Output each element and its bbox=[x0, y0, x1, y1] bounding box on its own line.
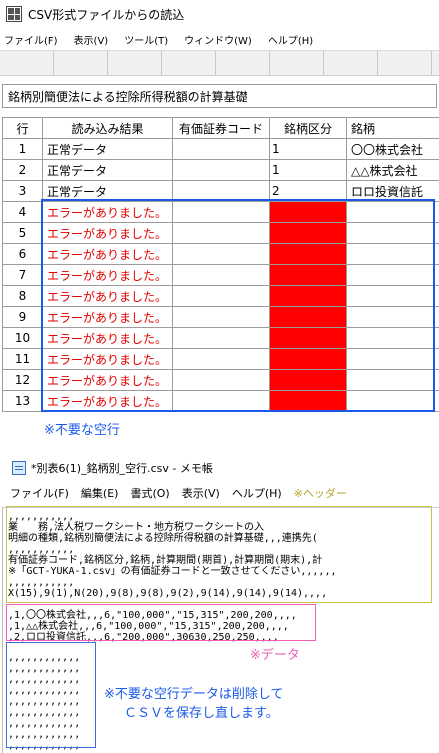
row-number[interactable]: 4 bbox=[2, 201, 43, 223]
menubar: ファイル(F) 表示(V) ツール(T) ウィンドウ(W) ヘルプ(H) bbox=[0, 30, 439, 48]
np-menu-help[interactable]: ヘルプ(H) bbox=[232, 485, 282, 501]
col-header-result[interactable]: 読み込み結果 bbox=[42, 117, 173, 139]
data-note: ※データ bbox=[250, 648, 300, 663]
grid-header-row: 行 読み込み結果 有価証券コード 銘柄区分 銘柄 bbox=[2, 117, 439, 139]
np-menu-file[interactable]: ファイル(F) bbox=[10, 485, 69, 501]
row-number[interactable]: 11 bbox=[2, 348, 43, 370]
row-number[interactable]: 3 bbox=[2, 180, 43, 202]
toolbar-button-6[interactable] bbox=[270, 51, 324, 75]
menu-window[interactable]: ウィンドウ(W) bbox=[184, 32, 252, 47]
app-icon bbox=[6, 6, 22, 22]
row-number[interactable]: 7 bbox=[2, 264, 43, 286]
name-cell[interactable]: △△株式会社 bbox=[346, 159, 439, 181]
toolbar-button-7[interactable] bbox=[324, 51, 378, 75]
table-row[interactable]: 1 正常データ 1 〇〇株式会社 bbox=[2, 138, 439, 160]
np-menu-view[interactable]: 表示(V) bbox=[182, 485, 220, 501]
col-header-division[interactable]: 銘柄区分 bbox=[269, 117, 347, 139]
row-number[interactable]: 13 bbox=[2, 390, 43, 412]
division-cell[interactable]: 1 bbox=[269, 159, 347, 181]
row-number[interactable]: 2 bbox=[2, 159, 43, 181]
toolbar-button-5[interactable] bbox=[216, 51, 270, 75]
table-row[interactable]: 2 正常データ 1 △△株式会社 bbox=[2, 159, 439, 181]
np-menu-edit[interactable]: 編集(E) bbox=[81, 485, 119, 501]
toolbar-button-1[interactable] bbox=[0, 51, 54, 75]
row-number[interactable]: 10 bbox=[2, 327, 43, 349]
col-header-name[interactable]: 銘柄 bbox=[346, 117, 439, 139]
window-titlebar: CSV形式ファイルからの読込 bbox=[0, 0, 439, 28]
toolbar-button-8[interactable] bbox=[378, 51, 432, 75]
notepad-titlebar: *別表6(1)_銘柄別_空行.csv - メモ帳 bbox=[2, 455, 439, 481]
sheet-title-field: 銘柄別簡便法による控除所得税額の計算基礎 bbox=[2, 84, 437, 108]
delete-note-line2: ＣＳＶを保存し直します。 bbox=[124, 706, 279, 721]
toolbar-button-3[interactable] bbox=[108, 51, 162, 75]
blank-rows-note: ※不要な空行 bbox=[44, 423, 120, 438]
blank-data-highlight bbox=[6, 642, 96, 748]
result-cell[interactable]: 正常データ bbox=[42, 159, 173, 181]
security-code-cell[interactable] bbox=[172, 138, 270, 160]
row-number[interactable]: 12 bbox=[2, 369, 43, 391]
csv-import-window: CSV形式ファイルからの読込 ファイル(F) 表示(V) ツール(T) ウィンド… bbox=[0, 0, 439, 416]
name-cell[interactable]: 〇〇株式会社 bbox=[346, 138, 439, 160]
notepad-window: *別表6(1)_銘柄別_空行.csv - メモ帳 ファイル(F) 編集(E) 書… bbox=[2, 455, 439, 753]
header-highlight bbox=[6, 506, 432, 603]
blank-rows-highlight bbox=[41, 199, 435, 412]
data-highlight bbox=[6, 604, 316, 641]
menu-view[interactable]: 表示(V) bbox=[74, 32, 109, 47]
menu-tools[interactable]: ツール(T) bbox=[124, 32, 168, 47]
row-number[interactable]: 1 bbox=[2, 138, 43, 160]
notepad-menubar: ファイル(F) 編集(E) 書式(O) 表示(V) ヘルプ(H) ※ヘッダー bbox=[2, 481, 439, 505]
notepad-icon bbox=[12, 461, 26, 475]
row-number[interactable]: 5 bbox=[2, 222, 43, 244]
security-code-cell[interactable] bbox=[172, 159, 270, 181]
toolbar bbox=[0, 50, 439, 76]
row-number[interactable]: 6 bbox=[2, 243, 43, 265]
col-header-security-code[interactable]: 有価証券コード bbox=[172, 117, 270, 139]
delete-note-line1: ※不要な空行データは削除して bbox=[104, 687, 284, 702]
notepad-title: *別表6(1)_銘柄別_空行.csv - メモ帳 bbox=[31, 462, 213, 475]
menu-help[interactable]: ヘルプ(H) bbox=[268, 32, 313, 47]
toolbar-button-4[interactable] bbox=[162, 51, 216, 75]
col-header-row-no[interactable]: 行 bbox=[2, 117, 43, 139]
result-cell[interactable]: 正常データ bbox=[42, 138, 173, 160]
header-note: ※ヘッダー bbox=[293, 487, 347, 500]
row-number[interactable]: 8 bbox=[2, 285, 43, 307]
division-cell[interactable]: 1 bbox=[269, 138, 347, 160]
window-title: CSV形式ファイルからの読込 bbox=[28, 7, 185, 22]
toolbar-button-2[interactable] bbox=[54, 51, 108, 75]
np-menu-format[interactable]: 書式(O) bbox=[130, 485, 169, 501]
row-number[interactable]: 9 bbox=[2, 306, 43, 328]
menu-file[interactable]: ファイル(F) bbox=[4, 32, 58, 47]
